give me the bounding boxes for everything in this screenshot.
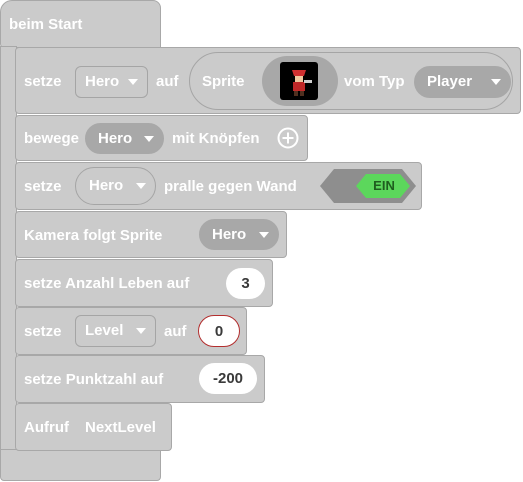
function-name[interactable]: NextLevel — [85, 419, 156, 437]
var-dropdown-hero[interactable]: Hero — [75, 66, 148, 98]
level-value-input[interactable]: 0 — [198, 315, 240, 347]
set-label: setze — [24, 323, 62, 340]
camera-label: Kamera folgt Sprite — [24, 227, 163, 244]
move-label: bewege — [24, 130, 80, 147]
on-off-toggle[interactable]: EIN — [320, 169, 416, 203]
type-dropdown-player[interactable]: Player — [414, 66, 511, 98]
sprite-label: Sprite — [202, 73, 245, 90]
lives-label: setze Anzahl Leben auf — [24, 275, 190, 292]
sprite-image-field[interactable] — [262, 56, 338, 106]
toggle-value: EIN — [373, 178, 395, 193]
on-label: auf — [164, 323, 187, 340]
plus-circle-icon[interactable] — [277, 127, 299, 149]
lives-value-input[interactable]: 3 — [226, 268, 265, 299]
var-dropdown-hero[interactable]: Hero — [199, 219, 279, 250]
score-value-input[interactable]: -200 — [199, 363, 257, 394]
chevron-down-icon — [259, 231, 269, 238]
chevron-down-icon — [491, 79, 501, 85]
score-label: setze Punktzahl auf — [24, 371, 164, 388]
chevron-down-icon — [144, 135, 154, 142]
chevron-down-icon — [136, 328, 146, 334]
chevron-down-icon — [128, 79, 138, 85]
type-label: vom Typ — [344, 73, 405, 90]
call-label: Aufruf — [24, 419, 69, 436]
hat-label: beim Start — [9, 16, 83, 33]
var-dropdown-hero[interactable]: Hero — [85, 123, 164, 154]
on-label: auf — [156, 73, 179, 90]
buttons-label: mit Knöpfen — [172, 130, 260, 147]
hero-sprite-icon — [280, 62, 318, 100]
var-dropdown-level[interactable]: Level — [75, 315, 156, 347]
set-label: setze — [24, 73, 62, 90]
var-dropdown-hero[interactable]: Hero — [75, 167, 156, 205]
chevron-down-icon — [136, 183, 146, 189]
wall-label: pralle gegen Wand — [164, 178, 297, 195]
set-label: setze — [24, 178, 62, 195]
c-block-footer — [0, 449, 161, 481]
